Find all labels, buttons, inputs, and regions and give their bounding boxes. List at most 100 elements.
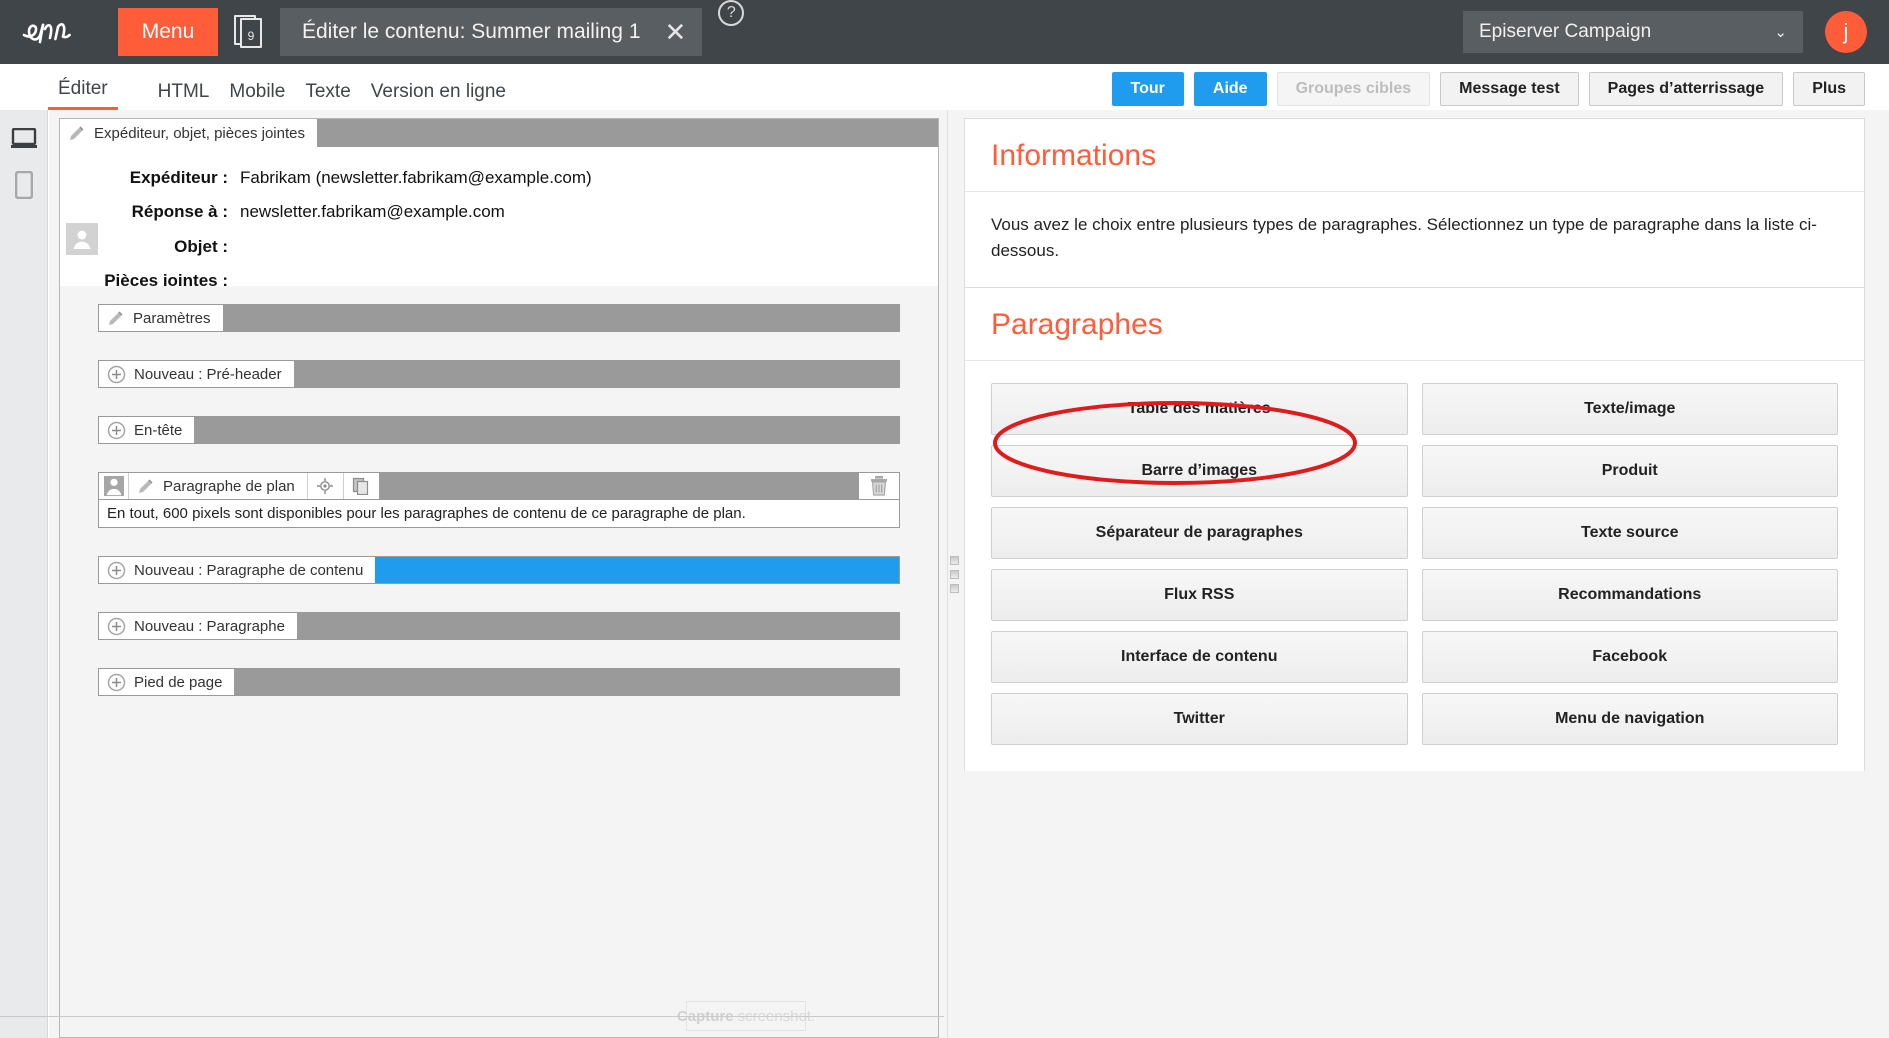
paragraph-type-facebook[interactable]: Facebook [1421, 631, 1838, 683]
close-icon[interactable]: ✕ [661, 19, 691, 45]
splitter-grip-dot [949, 555, 959, 565]
trash-icon[interactable] [859, 473, 899, 499]
pied-de-page-bar[interactable]: Pied de page [98, 668, 900, 696]
field-label-expediteur: Expéditeur : [129, 168, 228, 187]
en-tete-bar-fill[interactable] [194, 417, 899, 443]
splitter-grips [949, 555, 959, 593]
paragraphe-de-plan-label: Paragraphe de plan [163, 477, 295, 495]
sender-bar-label-cell[interactable]: Expéditeur, objet, pièces jointes [60, 119, 317, 147]
menu-button[interactable]: Menu [118, 8, 218, 56]
pre-header-bar-fill[interactable] [293, 361, 899, 387]
client-selector[interactable]: Episerver Campaign ⌄ [1463, 11, 1803, 53]
paragraph-type-twitter[interactable]: Twitter [991, 693, 1408, 745]
informations-panel: Informations Vous avez le choix entre pl… [964, 118, 1865, 287]
groupes-cibles-button: Groupes cibles [1276, 72, 1431, 106]
paragraphe-de-plan-bar-fill[interactable] [378, 473, 859, 499]
plus-icon [107, 617, 126, 636]
desktop-preview-icon[interactable] [10, 127, 37, 155]
sender-bar-fill[interactable] [316, 119, 938, 147]
field-row-reponse-a: Réponse à : newsletter.fabrikam@example.… [60, 195, 938, 229]
paragraph-type-interface-de-contenu[interactable]: Interface de contenu [991, 631, 1408, 683]
paragraphe-de-contenu-label-cell[interactable]: Nouveau : Paragraphe de contenu [99, 557, 376, 583]
pencil-icon [137, 477, 155, 495]
paragraphes-title: Paragraphes [965, 288, 1864, 361]
paragraphe-de-contenu-bar[interactable]: Nouveau : Paragraphe de contenu [98, 556, 900, 584]
paragraph-type-table-des-matieres[interactable]: Table des matières [991, 383, 1408, 435]
nouveau-paragraphe-label: Nouveau : Paragraphe [134, 617, 285, 635]
help-icon[interactable]: ? [718, 0, 745, 26]
block-nouveau-paragraphe: Nouveau : Paragraphe [98, 612, 900, 640]
target-icon[interactable] [306, 473, 343, 499]
plus-icon [107, 561, 126, 580]
message-test-button[interactable]: Message test [1440, 72, 1579, 106]
episerver-logo[interactable] [0, 0, 118, 64]
nouveau-paragraphe-bar[interactable]: Nouveau : Paragraphe [98, 612, 900, 640]
plus-button[interactable]: Plus [1793, 72, 1865, 106]
person-icon[interactable] [99, 473, 129, 499]
tab-version-en-ligne[interactable]: Version en ligne [361, 81, 516, 110]
paragraph-type-flux-rss[interactable]: Flux RSS [991, 569, 1408, 621]
paragraph-type-recommandations[interactable]: Recommandations [1421, 569, 1838, 621]
block-nouveau-pre-header: Nouveau : Pré-header [98, 360, 900, 388]
sub-toolbar: Éditer HTML Mobile Texte Version en lign… [0, 64, 1889, 110]
en-tete-bar[interactable]: En-tête [98, 416, 900, 444]
person-icon [66, 223, 98, 255]
avatar[interactable]: j [1825, 11, 1867, 53]
pied-de-page-label-cell[interactable]: Pied de page [99, 669, 235, 695]
block-paragraphe-de-plan: Paragraphe de plan En tout, 600 pixels s… [98, 472, 900, 528]
nouveau-paragraphe-bar-fill[interactable] [296, 613, 899, 639]
sender-bar-label: Expéditeur, objet, pièces jointes [94, 124, 305, 142]
active-document-tab[interactable]: Éditer le contenu: Summer mailing 1 ✕ [280, 8, 703, 56]
pre-header-bar[interactable]: Nouveau : Pré-header [98, 360, 900, 388]
doc-front-sheet: 9 [240, 18, 262, 48]
copy-icon[interactable] [342, 473, 379, 499]
paragraphe-de-contenu-bar-fill[interactable] [375, 557, 899, 583]
tab-editer[interactable]: Éditer [48, 78, 118, 110]
pied-de-page-bar-fill[interactable] [234, 669, 899, 695]
parametres-label-cell[interactable]: Paramètres [99, 305, 223, 331]
paragraph-type-texte-image[interactable]: Texte/image [1421, 383, 1838, 435]
top-bar: Menu 9 Éditer le contenu: Summer mailing… [0, 0, 1889, 64]
plus-icon [107, 365, 126, 384]
pencil-icon [68, 124, 86, 142]
field-value-expediteur: Fabrikam (newsletter.fabrikam@example.co… [240, 168, 592, 187]
paragraphe-de-plan-label-cell[interactable]: Paragraphe de plan [129, 473, 307, 499]
en-tete-label-cell[interactable]: En-tête [99, 417, 195, 443]
field-value-reponse-a: newsletter.fabrikam@example.com [240, 202, 505, 222]
mailing-editor-pane: Expéditeur, objet, pièces jointes Expédi… [49, 110, 949, 1038]
en-tete-label: En-tête [134, 421, 183, 439]
pages-atterrissage-button[interactable]: Pages d’atterrissage [1588, 72, 1784, 106]
paragraph-type-barre-d-images[interactable]: Barre d’images [991, 445, 1408, 497]
paragraphe-de-plan-bar[interactable]: Paragraphe de plan [98, 472, 900, 500]
tour-button[interactable]: Tour [1111, 72, 1184, 106]
tab-texte[interactable]: Texte [295, 81, 360, 110]
paragraphes-panel: Paragraphes Table des matières Texte/ima… [964, 287, 1865, 771]
informations-title: Informations [965, 119, 1864, 192]
splitter-grip-dot [949, 583, 959, 593]
documents-icon[interactable]: 9 [218, 0, 280, 64]
nouveau-paragraphe-label-cell[interactable]: Nouveau : Paragraphe [99, 613, 297, 639]
pied-de-page-label: Pied de page [134, 673, 223, 691]
side-panel: Informations Vous avez le choix entre pl… [964, 110, 1889, 1038]
block-en-tete: En-tête [98, 416, 900, 444]
informations-text: Vous avez le choix entre plusieurs types… [991, 215, 1817, 260]
tab-mobile[interactable]: Mobile [219, 81, 295, 110]
mobile-preview-icon[interactable] [14, 170, 33, 204]
aide-button[interactable]: Aide [1193, 72, 1267, 106]
pre-header-label-cell[interactable]: Nouveau : Pré-header [99, 361, 294, 387]
avatar-wrap: j [1803, 0, 1889, 64]
pane-splitter[interactable] [944, 110, 964, 1038]
paragraph-type-texte-source[interactable]: Texte source [1421, 507, 1838, 559]
sender-card: Expéditeur, objet, pièces jointes Expédi… [59, 118, 939, 312]
paragraph-type-menu-de-navigation[interactable]: Menu de navigation [1421, 693, 1838, 745]
sender-bar[interactable]: Expéditeur, objet, pièces jointes [60, 119, 938, 147]
paragraph-type-produit[interactable]: Produit [1421, 445, 1838, 497]
parametres-bar[interactable]: Paramètres [98, 304, 900, 332]
bottom-divider [0, 1016, 949, 1017]
action-buttons: Tour Aide Groupes cibles Message test Pa… [1111, 72, 1865, 106]
paragraph-type-separateur-de-paragraphes[interactable]: Séparateur de paragraphes [991, 507, 1408, 559]
field-row-expediteur: Expéditeur : Fabrikam (newsletter.fabrik… [60, 161, 938, 195]
parametres-bar-fill[interactable] [222, 305, 899, 331]
splitter-line [947, 110, 948, 1038]
tab-html[interactable]: HTML [148, 81, 220, 110]
